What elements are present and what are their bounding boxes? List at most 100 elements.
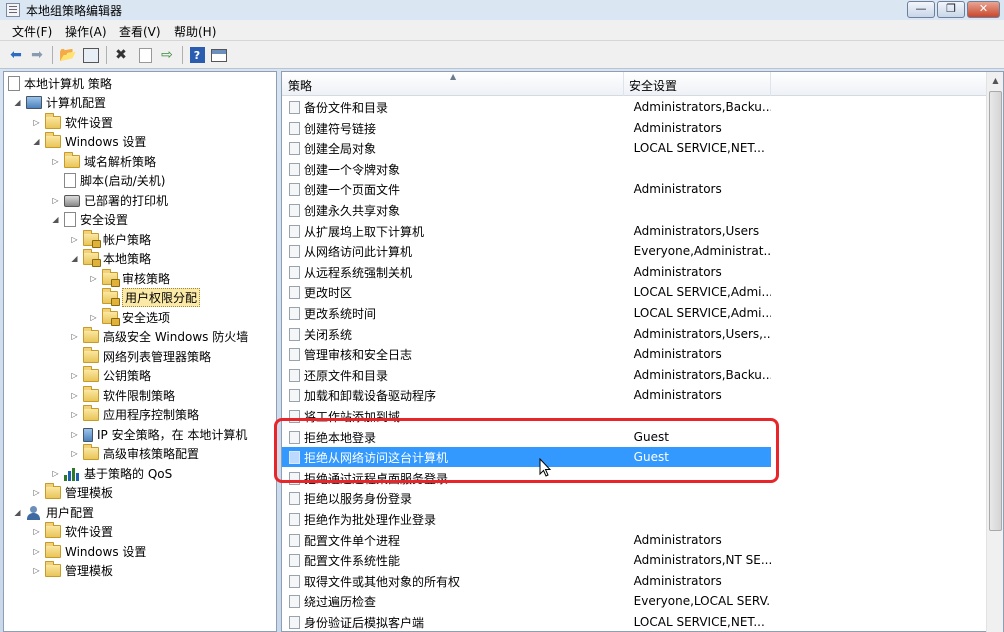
policy-setting-icon	[289, 512, 300, 526]
collapsed-arrow-icon[interactable]: ▷	[31, 546, 42, 557]
tree-node-windows-settings[interactable]: ◢ Windows 设置	[31, 132, 146, 151]
collapsed-arrow-icon[interactable]: ▷	[50, 156, 61, 167]
tree-node-security-options[interactable]: ▷ 安全选项	[88, 308, 170, 327]
policy-row[interactable]: 取得文件或其他对象的所有权 Administrators	[282, 571, 771, 591]
tree-node-dns-policy[interactable]: ▷ 域名解析策略	[50, 152, 156, 171]
expanded-arrow-icon[interactable]: ◢	[69, 253, 80, 264]
tree-node-user-config[interactable]: ◢ 用户配置	[12, 503, 94, 522]
tree-node-software-settings[interactable]: ▷ 软件设置	[31, 113, 113, 132]
collapsed-arrow-icon[interactable]: ▷	[69, 234, 80, 245]
policy-row[interactable]: 绕过遍历检查 Everyone,LOCAL SERV...	[282, 591, 771, 611]
show-tree-icon[interactable]	[81, 45, 101, 65]
tree-node-firewall[interactable]: ▷ 高级安全 Windows 防火墙	[69, 327, 248, 346]
tree-node-local-policy[interactable]: 本地计算机 策略	[8, 74, 112, 93]
tree-node-advanced-audit[interactable]: ▷ 高级审核策略配置	[69, 444, 199, 463]
tree-node-qos[interactable]: ▷ 基于策略的 QoS	[50, 464, 172, 483]
tree-node-ipsec[interactable]: ▷ IP 安全策略，在 本地计算机	[69, 425, 247, 444]
tree-node-network-list[interactable]: 网络列表管理器策略	[83, 347, 211, 366]
collapsed-arrow-icon[interactable]: ▷	[50, 468, 61, 479]
tree-node-scripts[interactable]: 脚本(启动/关机)	[64, 171, 165, 190]
policy-row[interactable]: 配置文件单个进程 Administrators	[282, 530, 771, 550]
tree-node-user-software-settings[interactable]: ▷ 软件设置	[31, 522, 113, 541]
tree-label: Windows 设置	[65, 135, 147, 149]
collapsed-arrow-icon[interactable]: ▷	[69, 370, 80, 381]
minimize-button[interactable]: —	[907, 1, 935, 18]
collapsed-arrow-icon[interactable]: ▷	[88, 273, 99, 284]
tree-node-security-settings[interactable]: ◢ 安全设置	[50, 210, 128, 229]
policy-row[interactable]: 创建一个令牌对象	[282, 159, 771, 179]
tree-node-admin-templates[interactable]: ▷ 管理模板	[31, 483, 113, 502]
policy-setting-icon	[289, 533, 300, 547]
tree-node-public-key[interactable]: ▷ 公钥策略	[69, 366, 151, 385]
tree-node-user-rights[interactable]: 用户权限分配	[102, 288, 201, 307]
scroll-up-arrow-icon[interactable]: ▲	[987, 72, 1004, 89]
collapsed-arrow-icon[interactable]: ▷	[31, 565, 42, 576]
delete-icon[interactable]: ✖	[111, 45, 131, 65]
forward-arrow-icon[interactable]: ➡	[27, 45, 47, 65]
tree-node-audit-policy[interactable]: ▷ 审核策略	[88, 269, 170, 288]
menu-view[interactable]: 查看(V)	[119, 23, 161, 40]
policy-row[interactable]: 创建符号链接 Administrators	[282, 118, 771, 138]
maximize-button[interactable]: ❐	[937, 1, 965, 18]
policy-row[interactable]: 从远程系统强制关机 Administrators	[282, 262, 771, 282]
collapsed-arrow-icon[interactable]: ▷	[69, 448, 80, 459]
collapsed-arrow-icon[interactable]: ▷	[69, 409, 80, 420]
policy-row[interactable]: 还原文件和目录 Administrators,Backu...	[282, 365, 771, 385]
collapsed-arrow-icon[interactable]: ▷	[31, 117, 42, 128]
policy-row[interactable]: 拒绝本地登录 Guest	[282, 427, 771, 447]
policy-row-selected[interactable]: 拒绝从网络访问这台计算机 Guest	[282, 447, 771, 467]
policy-row[interactable]: 拒绝作为批处理作业登录	[282, 509, 771, 529]
policy-row[interactable]: 创建全局对象 LOCAL SERVICE,NET...	[282, 138, 771, 158]
policy-row[interactable]: 身份验证后模拟客户端 LOCAL SERVICE,NET...	[282, 612, 771, 631]
vertical-scrollbar[interactable]: ▲	[986, 72, 1003, 632]
collapsed-arrow-icon[interactable]: ▷	[69, 429, 80, 440]
back-arrow-icon[interactable]: ⬅	[6, 45, 26, 65]
menu-action[interactable]: 操作(A)	[65, 23, 107, 40]
policy-row[interactable]: 加载和卸载设备驱动程序 Administrators	[282, 385, 771, 405]
policy-row[interactable]: 配置文件系统性能 Administrators,NT SE...	[282, 550, 771, 570]
console-icon[interactable]	[209, 45, 229, 65]
policy-row[interactable]: 将工作站添加到域	[282, 406, 771, 426]
collapsed-arrow-icon[interactable]: ▷	[31, 487, 42, 498]
expanded-arrow-icon[interactable]: ◢	[12, 97, 23, 108]
tree-node-computer-config[interactable]: ◢ 计算机配置	[12, 93, 106, 112]
policy-row[interactable]: 从网络访问此计算机 Everyone,Administrat...	[282, 241, 771, 261]
policy-row[interactable]: 更改系统时间 LOCAL SERVICE,Admi...	[282, 303, 771, 323]
tree-node-app-control[interactable]: ▷ 应用程序控制策略	[69, 405, 199, 424]
column-header-policy[interactable]: 策略	[288, 77, 312, 94]
tree-node-software-restriction[interactable]: ▷ 软件限制策略	[69, 386, 175, 405]
tree-node-user-admin-templates[interactable]: ▷ 管理模板	[31, 561, 113, 580]
policy-row[interactable]: 创建永久共享对象	[282, 200, 771, 220]
policy-row[interactable]: 创建一个页面文件 Administrators	[282, 179, 771, 199]
collapsed-arrow-icon[interactable]: ▷	[31, 526, 42, 537]
help-icon[interactable]: ?	[187, 45, 207, 65]
collapsed-arrow-icon[interactable]: ▷	[69, 331, 80, 342]
up-folder-icon[interactable]: 📂	[58, 45, 78, 65]
policy-row[interactable]: 关闭系统 Administrators,Users,...	[282, 324, 771, 344]
column-header-setting[interactable]: 安全设置	[629, 77, 677, 94]
policy-row[interactable]: 拒绝以服务身份登录	[282, 488, 771, 508]
tree-node-local-policies[interactable]: ◢ 本地策略	[69, 249, 151, 268]
tree-node-user-windows-settings[interactable]: ▷ Windows 设置	[31, 542, 146, 561]
policy-row[interactable]: 拒绝通过远程桌面服务登录	[282, 468, 771, 488]
policy-row[interactable]: 备份文件和目录 Administrators,Backu...	[282, 97, 771, 117]
expanded-arrow-icon[interactable]: ◢	[12, 507, 23, 518]
policy-row[interactable]: 更改时区 LOCAL SERVICE,Admi...	[282, 282, 771, 302]
collapsed-arrow-icon[interactable]: ▷	[50, 195, 61, 206]
properties-icon[interactable]	[135, 45, 155, 65]
menu-file[interactable]: 文件(F)	[12, 23, 52, 40]
tree-node-printers[interactable]: ▷ 已部署的打印机	[50, 191, 168, 210]
policy-row[interactable]: 从扩展坞上取下计算机 Administrators,Users	[282, 221, 771, 241]
policy-row[interactable]: 管理审核和安全日志 Administrators	[282, 344, 771, 364]
scroll-thumb[interactable]	[989, 91, 1002, 531]
close-button[interactable]: ✕	[967, 1, 1000, 18]
collapsed-arrow-icon[interactable]: ▷	[88, 312, 99, 323]
export-icon[interactable]: ⇨	[157, 45, 177, 65]
tree-node-account-policy[interactable]: ▷ 帐户策略	[69, 230, 151, 249]
folder-icon	[64, 152, 80, 168]
menu-help[interactable]: 帮助(H)	[174, 23, 216, 40]
expanded-arrow-icon[interactable]: ◢	[50, 214, 61, 225]
collapsed-arrow-icon[interactable]: ▷	[69, 390, 80, 401]
menu-bar: 文件(F) 操作(A) 查看(V) 帮助(H)	[0, 20, 1004, 41]
expanded-arrow-icon[interactable]: ◢	[31, 136, 42, 147]
